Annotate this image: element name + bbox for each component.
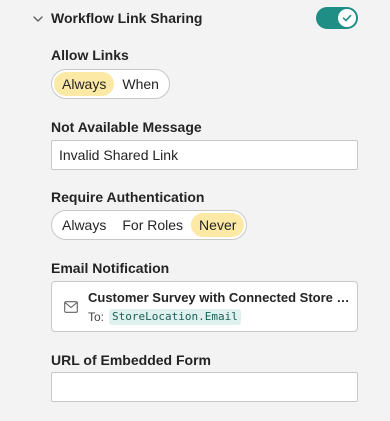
embedded-form-url-input[interactable] <box>51 372 358 402</box>
allow-links-option-when[interactable]: When <box>114 72 167 96</box>
not-available-message-input[interactable] <box>51 140 358 170</box>
not-available-message-label: Not Available Message <box>51 119 202 135</box>
mail-icon <box>64 301 78 313</box>
require-auth-option-always[interactable]: Always <box>54 213 114 237</box>
allow-links-option-always[interactable]: Always <box>54 72 115 96</box>
checkmark-icon <box>342 14 352 22</box>
email-notification-label: Email Notification <box>51 260 170 276</box>
allow-links-segmented: Always When <box>51 69 170 99</box>
toggle-knob <box>338 9 356 27</box>
email-title: Customer Survey with Connected Store Loc… <box>88 290 350 305</box>
require-auth-option-for-roles[interactable]: For Roles <box>114 213 191 237</box>
email-to-value-chip: StoreLocation.Email <box>109 309 241 325</box>
link-sharing-toggle[interactable] <box>316 7 358 29</box>
require-auth-option-never[interactable]: Never <box>191 213 245 237</box>
section-header[interactable]: Workflow Link Sharing <box>0 0 390 36</box>
chevron-down-icon[interactable] <box>31 12 45 26</box>
require-authentication-segmented: Always For Roles Never <box>51 210 248 240</box>
require-authentication-label: Require Authentication <box>51 189 205 205</box>
allow-links-label: Allow Links <box>51 47 129 63</box>
embedded-form-url-label: URL of Embedded Form <box>51 352 211 368</box>
email-notification-card[interactable]: Customer Survey with Connected Store Loc… <box>51 281 358 332</box>
email-recipient: To: StoreLocation.Email <box>88 309 241 325</box>
email-to-label: To: <box>88 310 105 324</box>
section-title: Workflow Link Sharing <box>51 10 203 26</box>
